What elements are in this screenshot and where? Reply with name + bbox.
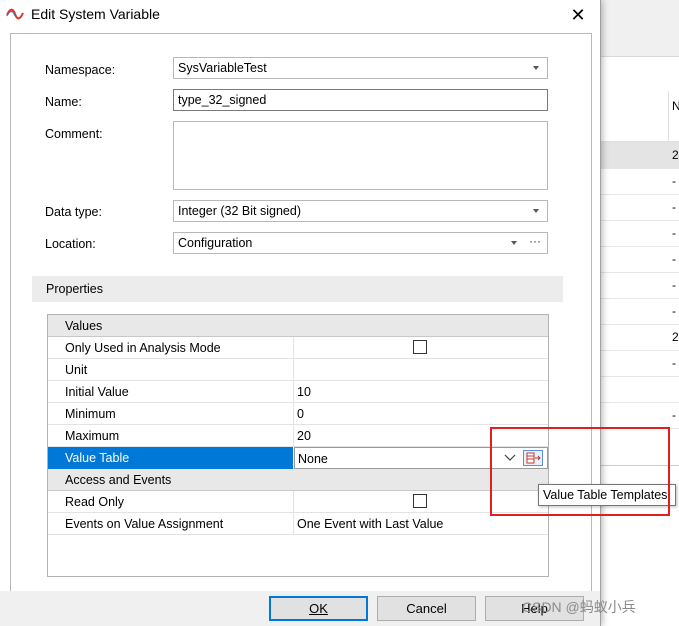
background-row[interactable]: - <box>600 194 679 221</box>
property-row-events[interactable]: Events on Value Assignment One Event wit… <box>48 513 548 535</box>
property-name: Events on Value Assignment <box>65 517 224 531</box>
background-cell: - <box>672 356 676 370</box>
chevron-down-icon <box>533 209 539 213</box>
properties-section-header: Properties <box>32 276 563 302</box>
column-separator <box>293 425 294 446</box>
more-options-button[interactable]: ··· <box>529 234 541 248</box>
property-name: Initial Value <box>65 385 129 399</box>
background-row[interactable]: - <box>600 168 679 195</box>
close-button[interactable]: ✕ <box>565 3 591 27</box>
app-icon <box>6 8 24 20</box>
background-cell: - <box>672 408 676 422</box>
column-separator <box>293 491 294 512</box>
dialog-button-bar: OK Cancel Help <box>0 591 600 626</box>
background-header-cell: N <box>672 99 679 113</box>
property-grid: Values Only Used in Analysis Mode Unit I… <box>47 314 549 577</box>
background-header-separator <box>668 91 669 141</box>
property-value[interactable]: One Event with Last Value <box>297 517 443 531</box>
property-name: Read Only <box>65 495 125 509</box>
watermark-text: CSDN @蚂蚁小兵 <box>522 599 636 615</box>
column-separator <box>293 513 294 534</box>
background-row[interactable]: - <box>600 350 679 377</box>
cancel-label: Cancel <box>406 601 447 616</box>
background-grid-header: N <box>600 91 679 142</box>
property-name: Minimum <box>65 407 116 421</box>
property-name: Unit <box>65 363 88 377</box>
property-name: Maximum <box>65 429 120 443</box>
namespace-label: Namespace: <box>45 63 116 77</box>
location-label: Location: <box>45 237 96 251</box>
close-icon: ✕ <box>570 4 586 25</box>
property-name: Value Table <box>65 451 130 465</box>
edit-system-variable-dialog: Edit System Variable ✕ Namespace: SysVar… <box>0 0 601 626</box>
location-value: Configuration <box>178 236 253 250</box>
category-row-values[interactable]: Values <box>48 315 548 337</box>
property-row-read-only[interactable]: Read Only <box>48 491 548 513</box>
property-row-initial-value[interactable]: Initial Value 10 <box>48 381 548 403</box>
namespace-combo[interactable]: SysVariableTest <box>173 57 548 79</box>
read-only-checkbox[interactable] <box>413 494 427 508</box>
category-row-access-events[interactable]: Access and Events <box>48 469 548 491</box>
background-cell: 2 <box>672 148 679 162</box>
datatype-combo[interactable]: Integer (32 Bit signed) <box>173 200 548 222</box>
analysis-mode-checkbox[interactable] <box>413 340 427 354</box>
background-row[interactable]: - <box>600 220 679 247</box>
property-value[interactable]: 20 <box>297 429 311 443</box>
comment-textarea[interactable] <box>173 121 548 190</box>
chevron-down-icon <box>511 241 517 245</box>
properties-title: Properties <box>46 282 103 296</box>
background-row[interactable]: 2 <box>600 324 679 351</box>
background-cell: - <box>672 200 676 214</box>
ok-button[interactable]: OK <box>269 596 368 621</box>
background-row[interactable]: 2 <box>600 142 679 169</box>
property-name: Only Used in Analysis Mode <box>65 341 221 355</box>
name-value: type_32_signed <box>178 93 267 107</box>
dialog-titlebar[interactable]: Edit System Variable ✕ <box>0 0 600 30</box>
column-separator <box>293 337 294 358</box>
background-row[interactable]: - <box>600 298 679 325</box>
column-separator <box>293 381 294 402</box>
location-combo[interactable]: Configuration ··· <box>173 232 548 254</box>
background-cell: - <box>672 252 676 266</box>
property-value[interactable]: 10 <box>297 385 311 399</box>
category-label: Values <box>65 319 103 333</box>
background-cell: - <box>672 226 676 240</box>
background-cell: - <box>672 304 676 318</box>
property-row-unit[interactable]: Unit <box>48 359 548 381</box>
background-row[interactable] <box>600 376 679 403</box>
datatype-value: Integer (32 Bit signed) <box>178 204 301 218</box>
background-toolbar <box>600 0 679 57</box>
property-row-minimum[interactable]: Minimum 0 <box>48 403 548 425</box>
property-row-value-table[interactable]: Value Table None <box>48 447 548 469</box>
dialog-title: Edit System Variable <box>31 6 160 22</box>
column-separator <box>293 359 294 380</box>
background-window: N 2 - - - - - - 2 - - <box>600 0 679 626</box>
cancel-button[interactable]: Cancel <box>377 596 476 621</box>
property-row-analysis-mode[interactable]: Only Used in Analysis Mode <box>48 337 548 359</box>
background-cell: - <box>672 278 676 292</box>
comment-label: Comment: <box>45 127 103 141</box>
property-value: None <box>298 452 328 466</box>
background-row[interactable]: - <box>600 402 679 429</box>
namespace-value: SysVariableTest <box>178 61 267 75</box>
datatype-label: Data type: <box>45 205 102 219</box>
background-cell: - <box>672 174 676 188</box>
column-separator <box>293 403 294 424</box>
property-row-maximum[interactable]: Maximum 20 <box>48 425 548 447</box>
background-cell: 2 <box>672 330 679 344</box>
category-label: Access and Events <box>65 473 172 487</box>
name-label: Name: <box>45 95 82 109</box>
background-row[interactable]: - <box>600 272 679 299</box>
property-value[interactable]: 0 <box>297 407 304 421</box>
chevron-down-icon <box>533 66 539 70</box>
background-row[interactable]: - <box>600 246 679 273</box>
highlight-annotation-box <box>490 427 670 516</box>
name-input[interactable]: type_32_signed <box>173 89 548 111</box>
ok-label: OK <box>309 601 328 616</box>
